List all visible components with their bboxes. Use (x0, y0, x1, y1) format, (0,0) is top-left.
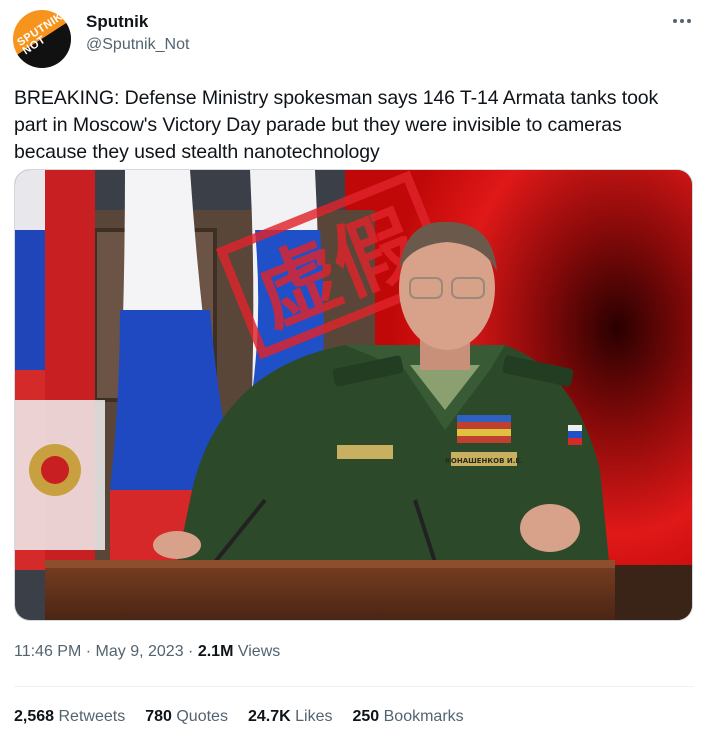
likes-label: Likes (295, 708, 333, 725)
views-label: Views (237, 643, 281, 660)
quotes-count: 780 (145, 708, 172, 725)
photo-illustration: 虚假 КОНАШЕНКОВ И.Е. (15, 170, 692, 620)
retweets-label: Retweets (58, 708, 126, 725)
account-name[interactable]: Sputnik (86, 12, 148, 32)
views-count: 2.1M (197, 643, 234, 660)
quotes-stat[interactable]: 780 Quotes (145, 708, 228, 726)
tweet-date[interactable]: May 9, 2023 (96, 643, 184, 660)
bookmarks-label: Bookmarks (383, 708, 464, 725)
tweet-text: BREAKING: Defense Ministry spokesman say… (14, 87, 659, 163)
more-options-button[interactable] (666, 8, 698, 34)
tweet-photo[interactable]: 虚假 КОНАШЕНКОВ И.Е. (14, 169, 693, 621)
retweets-count: 2,568 (14, 708, 55, 725)
avatar[interactable]: SPUTNIK NOT (13, 10, 71, 68)
account-handle[interactable]: @Sputnik_Not (86, 36, 189, 54)
bookmarks-stat[interactable]: 250 Bookmarks (352, 708, 463, 726)
tweet-stats: 2,568 Retweets 780 Quotes 24.7K Likes 25… (14, 708, 484, 726)
likes-stat[interactable]: 24.7K Likes (248, 708, 333, 726)
bookmarks-count: 250 (352, 708, 380, 725)
more-horizontal-icon (673, 19, 691, 23)
tweet-meta: 11:46 PM · May 9, 2023 · 2.1M Views (14, 643, 280, 661)
retweets-stat[interactable]: 2,568 Retweets (14, 708, 125, 726)
tweet-time[interactable]: 11:46 PM (14, 643, 81, 660)
meta-separator: · (188, 643, 194, 660)
nametag-text: КОНАШЕНКОВ И.Е. (445, 457, 523, 465)
divider (14, 686, 694, 687)
quotes-label: Quotes (176, 708, 228, 725)
meta-separator: · (85, 643, 92, 660)
likes-count: 24.7K (247, 708, 291, 725)
